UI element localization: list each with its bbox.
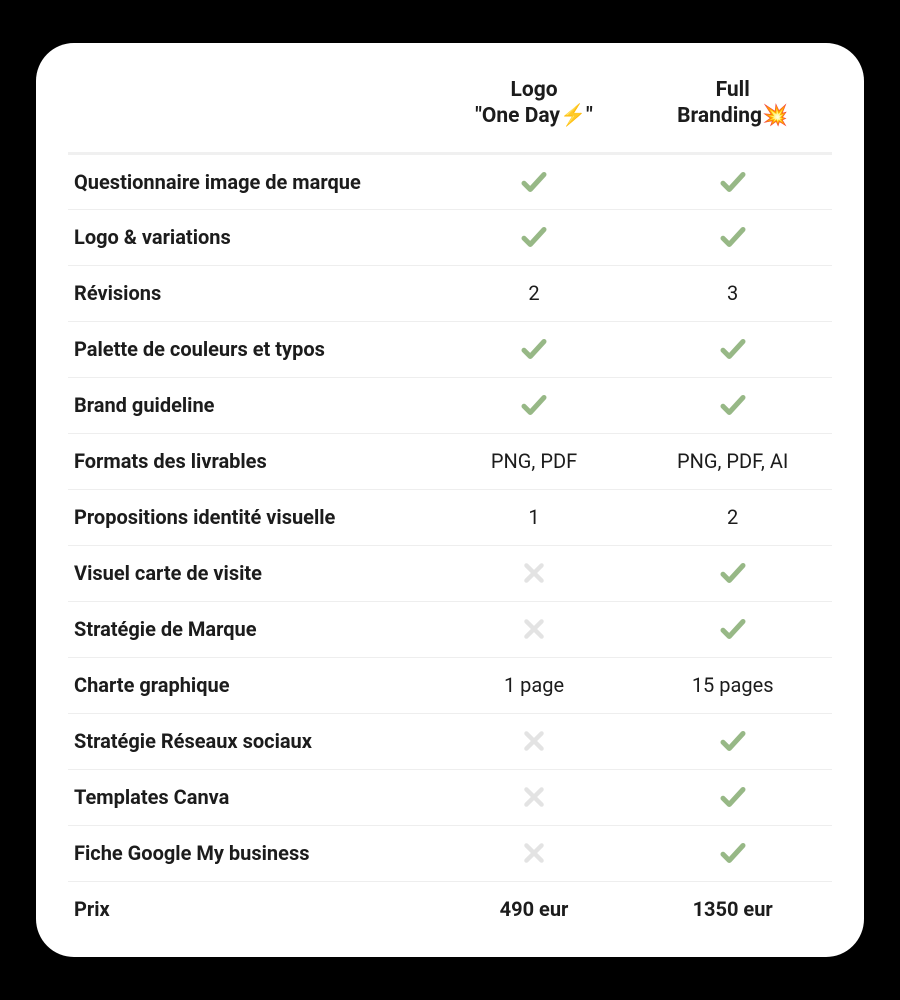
table-row: Révisions23 <box>68 265 832 321</box>
feature-label: Logo & variations <box>68 209 435 265</box>
pricing-table-body: Questionnaire image de marqueLogo & vari… <box>68 153 832 937</box>
feature-label: Fiche Google My business <box>68 825 435 881</box>
feature-value <box>435 377 634 433</box>
table-row: Stratégie de Marque <box>68 601 832 657</box>
feature-label: Formats des livrables <box>68 433 435 489</box>
table-row: Logo & variations <box>68 209 832 265</box>
table-row: Questionnaire image de marque <box>68 153 832 209</box>
price-value: 490 eur <box>435 881 634 937</box>
check-icon <box>718 558 748 588</box>
table-row: Palette de couleurs et typos <box>68 321 832 377</box>
feature-value <box>633 153 832 209</box>
feature-value <box>633 321 832 377</box>
feature-label: Révisions <box>68 265 435 321</box>
pricing-comparison-card: Logo "One Day⚡" Full Branding💥 Questionn… <box>36 43 864 957</box>
table-row: Propositions identité visuelle12 <box>68 489 832 545</box>
feature-value <box>633 545 832 601</box>
check-icon <box>718 782 748 812</box>
feature-value <box>435 209 634 265</box>
feature-value <box>435 769 634 825</box>
check-icon <box>718 390 748 420</box>
feature-value <box>435 321 634 377</box>
table-row: Brand guideline <box>68 377 832 433</box>
check-icon <box>718 334 748 364</box>
feature-label: Charte graphique <box>68 657 435 713</box>
cross-icon <box>521 784 547 810</box>
feature-value: 1 <box>435 489 634 545</box>
feature-value <box>435 825 634 881</box>
feature-value <box>633 209 832 265</box>
table-row: Stratégie Réseaux sociaux <box>68 713 832 769</box>
feature-label: Palette de couleurs et typos <box>68 321 435 377</box>
cross-icon <box>521 560 547 586</box>
feature-value <box>435 153 634 209</box>
feature-value <box>435 601 634 657</box>
table-row: Templates Canva <box>68 769 832 825</box>
table-row: Formats des livrablesPNG, PDFPNG, PDF, A… <box>68 433 832 489</box>
feature-value <box>633 825 832 881</box>
feature-value: PNG, PDF, AI <box>633 433 832 489</box>
pricing-table: Logo "One Day⚡" Full Branding💥 Questionn… <box>68 69 832 937</box>
plan-name-line1: Full <box>716 78 750 102</box>
check-icon <box>519 334 549 364</box>
feature-value: 2 <box>633 489 832 545</box>
feature-value <box>633 769 832 825</box>
check-icon <box>718 167 748 197</box>
cross-icon <box>521 616 547 642</box>
feature-label: Brand guideline <box>68 377 435 433</box>
plan-header-0: Logo "One Day⚡" <box>435 69 634 153</box>
check-icon <box>718 222 748 252</box>
feature-value: 3 <box>633 265 832 321</box>
feature-value: 1 page <box>435 657 634 713</box>
header-row: Logo "One Day⚡" Full Branding💥 <box>68 69 832 153</box>
plan-name-line1: Logo <box>510 78 557 102</box>
feature-value: PNG, PDF <box>435 433 634 489</box>
feature-label: Propositions identité visuelle <box>68 489 435 545</box>
feature-value: 15 pages <box>633 657 832 713</box>
table-row: Charte graphique1 page15 pages <box>68 657 832 713</box>
feature-label: Stratégie de Marque <box>68 601 435 657</box>
plan-name-line2: Branding💥 <box>677 104 788 128</box>
feature-label: Stratégie Réseaux sociaux <box>68 713 435 769</box>
check-icon <box>519 167 549 197</box>
cross-icon <box>521 840 547 866</box>
cross-icon <box>521 728 547 754</box>
check-icon <box>718 838 748 868</box>
header-empty <box>68 69 435 153</box>
feature-label: Templates Canva <box>68 769 435 825</box>
plan-name-line2: "One Day⚡" <box>475 104 593 128</box>
price-value: 1350 eur <box>633 881 832 937</box>
feature-value <box>435 713 634 769</box>
check-icon <box>519 222 549 252</box>
feature-value <box>633 377 832 433</box>
feature-value <box>633 713 832 769</box>
plan-header-1: Full Branding💥 <box>633 69 832 153</box>
table-row: Visuel carte de visite <box>68 545 832 601</box>
feature-value <box>633 601 832 657</box>
check-icon <box>718 614 748 644</box>
table-row: Fiche Google My business <box>68 825 832 881</box>
feature-value <box>435 545 634 601</box>
check-icon <box>519 390 549 420</box>
check-icon <box>718 726 748 756</box>
feature-value: 2 <box>435 265 634 321</box>
price-row: Prix490 eur1350 eur <box>68 881 832 937</box>
price-label: Prix <box>68 881 435 937</box>
feature-label: Questionnaire image de marque <box>68 153 435 209</box>
feature-label: Visuel carte de visite <box>68 545 435 601</box>
